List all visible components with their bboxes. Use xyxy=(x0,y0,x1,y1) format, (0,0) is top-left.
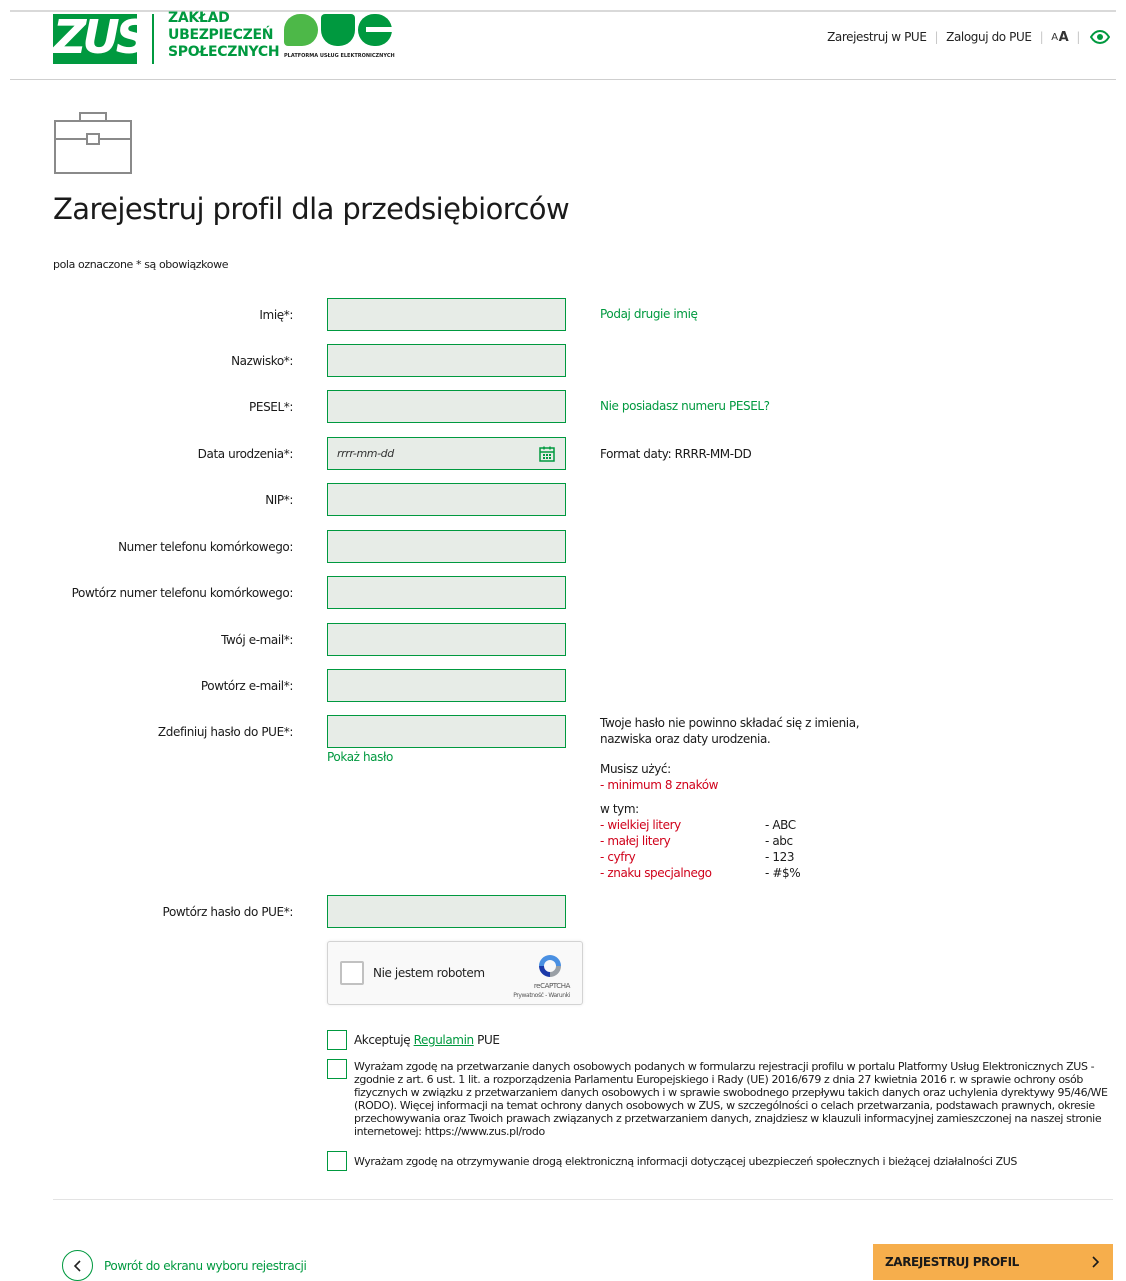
section-divider xyxy=(53,1199,1113,1200)
password-note-line-2: nazwiska oraz daty urodzenia. xyxy=(600,732,771,746)
must-use-heading: Musisz użyć: xyxy=(600,762,671,776)
link-separator: | xyxy=(1076,30,1080,44)
gdpr-consent-text: Wyrażam zgodę na przetwarzanie danych os… xyxy=(354,1060,1108,1138)
link-separator: | xyxy=(1039,30,1044,44)
password-field[interactable] xyxy=(327,715,566,748)
recaptcha-brand: reCAPTCHA xyxy=(533,982,571,990)
pue-logo-tag: PLATFORMA USŁUG ELEKTRONICZNYCH xyxy=(284,53,395,59)
phone-repeat-label: Powtórz numer telefonu komórkowego: xyxy=(71,586,294,600)
org-name-line-2: UBEZPIECZEŃ xyxy=(168,27,274,43)
recaptcha-checkbox[interactable] xyxy=(340,961,364,985)
register-profile-label: ZAREJESTRUJ PROFIL xyxy=(885,1255,1019,1269)
email-repeat-field[interactable] xyxy=(327,669,566,702)
password-rule: - znaku specjalnego - #$% xyxy=(600,866,801,880)
marketing-consent-checkbox[interactable] xyxy=(327,1151,347,1171)
logo-separator xyxy=(152,14,154,64)
last-name-label: Nazwisko*: xyxy=(231,354,293,368)
phone-repeat-field[interactable] xyxy=(327,576,566,609)
password-repeat-label: Powtórz hasło do PUE*: xyxy=(162,905,294,919)
org-name-line-1: ZAKŁAD xyxy=(168,10,230,26)
password-rules: w tym: - wielkiej litery - ABC - małej li… xyxy=(600,801,820,881)
gdpr-consent-checkbox[interactable] xyxy=(327,1059,347,1079)
register-link[interactable]: Zarejestruj w PUE xyxy=(827,30,927,44)
font-size-large-button[interactable]: A xyxy=(1059,30,1069,45)
min-chars-rule: - minimum 8 znaków xyxy=(600,778,719,792)
password-repeat-field[interactable] xyxy=(327,895,566,928)
zus-logo[interactable]: ZUS xyxy=(53,14,137,64)
birth-date-placeholder: rrrr-mm-dd xyxy=(337,447,394,460)
email-field[interactable] xyxy=(327,623,566,656)
show-password-link[interactable]: Pokaż hasło xyxy=(327,750,393,764)
back-link[interactable]: Powrót do ekranu wyboru rejestracji xyxy=(62,1250,307,1281)
marketing-consent-text: Wyrażam zgodę na otrzymywanie drogą elek… xyxy=(354,1155,1017,1168)
phone-label: Numer telefonu komórkowego: xyxy=(118,540,293,554)
calendar-icon[interactable] xyxy=(539,446,555,462)
date-format-hint: Format daty: RRRR-MM-DD xyxy=(600,447,752,461)
header-divider xyxy=(10,79,1116,80)
briefcase-icon xyxy=(54,109,132,175)
terms-link[interactable]: Regulamin xyxy=(414,1033,475,1047)
first-name-label: Imię*: xyxy=(259,308,293,322)
org-name-line-3: SPOŁECZNYCH xyxy=(168,44,280,60)
password-rule: - wielkiej litery - ABC xyxy=(600,818,796,832)
no-pesel-link[interactable]: Nie posiadasz numeru PESEL? xyxy=(600,399,770,413)
org-name: ZAKŁAD UBEZPIECZEŃ SPOŁECZNYCH xyxy=(168,10,280,61)
second-name-link[interactable]: Podaj drugie imię xyxy=(600,307,698,321)
pue-letter-e xyxy=(358,14,392,46)
link-separator: | xyxy=(934,30,939,44)
password-note-line-1: Twoje hasło nie powinno składać się z im… xyxy=(600,716,860,730)
pesel-label: PESEL*: xyxy=(249,400,293,414)
chevron-right-icon xyxy=(1091,1255,1101,1269)
page-title: Zarejestruj profil dla przedsiębiorców xyxy=(53,192,570,226)
password-note: Twoje hasło nie powinno składać się z im… xyxy=(600,715,860,747)
password-label: Zdefiniuj hasło do PUE*: xyxy=(157,725,293,739)
password-rule: - cyfry - 123 xyxy=(600,850,795,864)
birth-date-label: Data urodzenia*: xyxy=(197,447,294,461)
nip-label: NIP*: xyxy=(265,493,293,507)
chevron-left-icon xyxy=(62,1250,93,1281)
recaptcha-links[interactable]: Prywatność - Warunki xyxy=(513,992,570,999)
first-name-field[interactable] xyxy=(327,298,566,331)
password-rule: - małej litery - abc xyxy=(600,834,793,848)
pue-letter-p xyxy=(284,14,318,46)
recaptcha-logo-icon xyxy=(536,952,564,980)
phone-field[interactable] xyxy=(327,530,566,563)
nip-field[interactable] xyxy=(327,483,566,516)
pue-logo[interactable]: PLATFORMA USŁUG ELEKTRONICZNYCH xyxy=(284,14,396,66)
email-repeat-label: Powtórz e-mail*: xyxy=(200,679,294,693)
birth-date-field[interactable]: rrrr-mm-dd xyxy=(327,437,566,470)
accept-terms-text: Akceptuję Regulamin PUE xyxy=(354,1033,500,1047)
recaptcha-label: Nie jestem robotem xyxy=(373,966,485,980)
login-link[interactable]: Zaloguj do PUE xyxy=(946,30,1032,44)
password-requirements: Musisz użyć: - minimum 8 znaków xyxy=(600,761,718,793)
site-header: ZUS ZAKŁAD UBEZPIECZEŃ SPOŁECZNYCH PLATF… xyxy=(0,0,1126,80)
recaptcha-widget: Nie jestem robotem reCAPTCHA Prywatność … xyxy=(327,941,583,1005)
register-profile-button[interactable]: ZAREJESTRUJ PROFIL xyxy=(873,1244,1113,1280)
eye-icon[interactable] xyxy=(1089,29,1111,45)
including-heading: w tym: xyxy=(600,802,639,816)
last-name-field[interactable] xyxy=(327,344,566,377)
email-label: Twój e-mail*: xyxy=(221,633,293,647)
top-links: Zarejestruj w PUE | Zaloguj do PUE | A A… xyxy=(827,28,1111,46)
accept-terms-checkbox[interactable] xyxy=(327,1030,347,1050)
required-fields-note: pola oznaczone * są obowiązkowe xyxy=(53,258,229,271)
back-link-label: Powrót do ekranu wyboru rejestracji xyxy=(104,1258,307,1273)
pue-letter-u xyxy=(321,14,355,46)
pesel-field[interactable] xyxy=(327,390,566,423)
font-size-small-button[interactable]: A xyxy=(1051,32,1058,43)
